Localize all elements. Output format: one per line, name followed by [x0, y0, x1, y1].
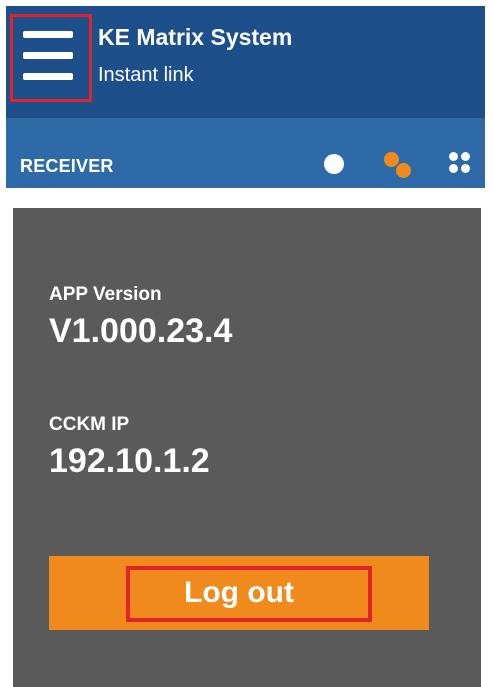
title-row: KE Matrix System Instant link [6, 6, 485, 118]
hamburger-menu-icon[interactable] [10, 14, 92, 102]
single-dot-icon[interactable] [324, 154, 344, 174]
tab-receiver[interactable]: RECEIVER [20, 156, 114, 177]
app-version-label: APP Version [49, 284, 162, 305]
grid-dot [461, 152, 470, 161]
two-dots-icon[interactable] [382, 150, 414, 182]
cckm-ip-label: CCKM IP [49, 414, 130, 435]
app-subtitle: Instant link [98, 64, 194, 86]
menu-bar [23, 73, 73, 80]
grid-dot [449, 152, 458, 161]
info-panel: APP Version V1.000.23.4 CCKM IP 192.10.1… [13, 208, 481, 687]
orange-dot [396, 163, 411, 178]
menu-bar [23, 52, 73, 59]
menu-bar [23, 31, 73, 38]
cckm-ip-value: 192.10.1.2 [49, 442, 210, 480]
grid-dot [449, 164, 458, 173]
logout-label: Log out [184, 576, 294, 609]
grid-dot [461, 164, 470, 173]
tab-bar: RECEIVER [6, 118, 485, 188]
app-title: KE Matrix System [98, 24, 293, 50]
four-dots-grid-icon[interactable] [448, 151, 472, 175]
app-header: KE Matrix System Instant link RECEIVER [6, 6, 485, 188]
app-version-value: V1.000.23.4 [49, 312, 233, 350]
logout-button[interactable]: Log out [49, 556, 429, 630]
